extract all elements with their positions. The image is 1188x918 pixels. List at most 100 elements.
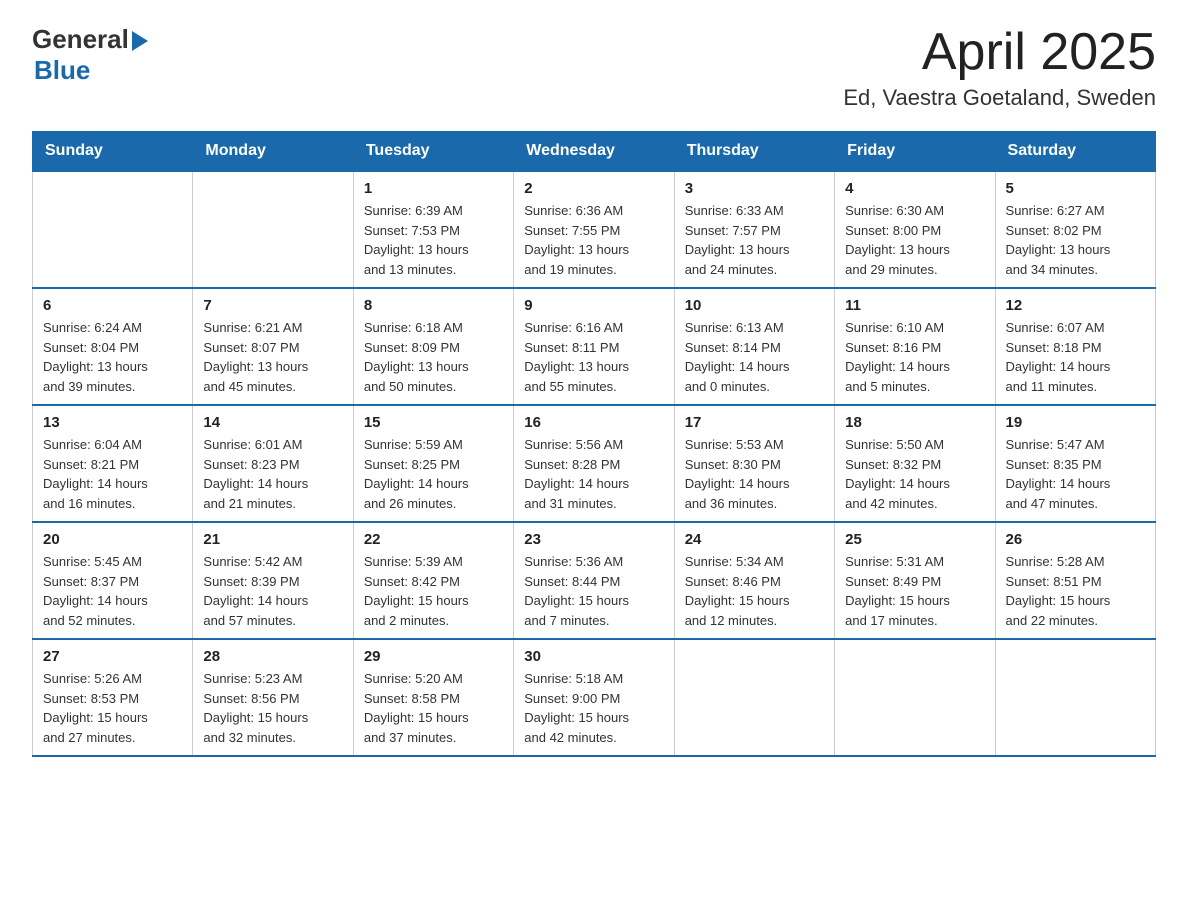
day-info: Sunrise: 6:10 AM Sunset: 8:16 PM Dayligh… — [845, 318, 984, 396]
weekday-header-sunday: Sunday — [33, 132, 193, 172]
day-info: Sunrise: 5:34 AM Sunset: 8:46 PM Dayligh… — [685, 552, 824, 630]
day-info: Sunrise: 5:18 AM Sunset: 9:00 PM Dayligh… — [524, 669, 663, 747]
day-number: 6 — [43, 297, 182, 314]
day-number: 4 — [845, 180, 984, 197]
logo-arrow-icon — [132, 31, 148, 51]
day-number: 21 — [203, 531, 342, 548]
day-number: 3 — [685, 180, 824, 197]
day-number: 7 — [203, 297, 342, 314]
calendar-cell — [995, 639, 1155, 756]
calendar-cell — [33, 171, 193, 288]
day-number: 14 — [203, 414, 342, 431]
day-info: Sunrise: 5:26 AM Sunset: 8:53 PM Dayligh… — [43, 669, 182, 747]
day-info: Sunrise: 6:07 AM Sunset: 8:18 PM Dayligh… — [1006, 318, 1145, 396]
calendar-cell — [835, 639, 995, 756]
calendar-cell: 3 Sunrise: 6:33 AM Sunset: 7:57 PM Daylig… — [674, 171, 834, 288]
calendar-cell: 13 Sunrise: 6:04 AM Sunset: 8:21 PM Dayli… — [33, 405, 193, 522]
weekday-header-monday: Monday — [193, 132, 353, 172]
calendar-cell: 17Sunrise: 5:53 AM Sunset: 8:30 PM Dayli… — [674, 405, 834, 522]
calendar-cell: 12Sunrise: 6:07 AM Sunset: 8:18 PM Dayli… — [995, 288, 1155, 405]
day-info: Sunrise: 6:16 AM Sunset: 8:11 PM Dayligh… — [524, 318, 663, 396]
day-number: 15 — [364, 414, 503, 431]
calendar-cell: 5 Sunrise: 6:27 AM Sunset: 8:02 PM Daylig… — [995, 171, 1155, 288]
calendar-cell: 28 Sunrise: 5:23 AM Sunset: 8:56 PM Dayli… — [193, 639, 353, 756]
day-info: Sunrise: 5:23 AM Sunset: 8:56 PM Dayligh… — [203, 669, 342, 747]
calendar-cell: 7 Sunrise: 6:21 AM Sunset: 8:07 PM Daylig… — [193, 288, 353, 405]
day-info: Sunrise: 6:27 AM Sunset: 8:02 PM Dayligh… — [1006, 201, 1145, 279]
calendar-cell: 23 Sunrise: 5:36 AM Sunset: 8:44 PM Dayli… — [514, 522, 674, 639]
day-info: Sunrise: 6:18 AM Sunset: 8:09 PM Dayligh… — [364, 318, 503, 396]
calendar-cell: 18 Sunrise: 5:50 AM Sunset: 8:32 PM Dayli… — [835, 405, 995, 522]
calendar-cell: 22Sunrise: 5:39 AM Sunset: 8:42 PM Dayli… — [353, 522, 513, 639]
calendar-cell: 26Sunrise: 5:28 AM Sunset: 8:51 PM Dayli… — [995, 522, 1155, 639]
calendar-cell: 24 Sunrise: 5:34 AM Sunset: 8:46 PM Dayli… — [674, 522, 834, 639]
day-number: 2 — [524, 180, 663, 197]
calendar-cell: 19Sunrise: 5:47 AM Sunset: 8:35 PM Dayli… — [995, 405, 1155, 522]
logo-general-text: General — [32, 24, 129, 55]
calendar-cell: 9Sunrise: 6:16 AM Sunset: 8:11 PM Daylig… — [514, 288, 674, 405]
calendar-cell: 25Sunrise: 5:31 AM Sunset: 8:49 PM Dayli… — [835, 522, 995, 639]
day-number: 1 — [364, 180, 503, 197]
calendar-cell: 20 Sunrise: 5:45 AM Sunset: 8:37 PM Dayli… — [33, 522, 193, 639]
calendar-cell: 10 Sunrise: 6:13 AM Sunset: 8:14 PM Dayli… — [674, 288, 834, 405]
weekday-header-saturday: Saturday — [995, 132, 1155, 172]
header-right: April 2025 Ed, Vaestra Goetaland, Sweden — [843, 24, 1156, 111]
calendar-week-row: 27 Sunrise: 5:26 AM Sunset: 8:53 PM Dayli… — [33, 639, 1156, 756]
day-number: 11 — [845, 297, 984, 314]
day-info: Sunrise: 5:31 AM Sunset: 8:49 PM Dayligh… — [845, 552, 984, 630]
day-info: Sunrise: 5:45 AM Sunset: 8:37 PM Dayligh… — [43, 552, 182, 630]
day-info: Sunrise: 6:33 AM Sunset: 7:57 PM Dayligh… — [685, 201, 824, 279]
calendar-cell: 21Sunrise: 5:42 AM Sunset: 8:39 PM Dayli… — [193, 522, 353, 639]
calendar-cell: 6 Sunrise: 6:24 AM Sunset: 8:04 PM Daylig… — [33, 288, 193, 405]
day-info: Sunrise: 6:13 AM Sunset: 8:14 PM Dayligh… — [685, 318, 824, 396]
day-info: Sunrise: 6:21 AM Sunset: 8:07 PM Dayligh… — [203, 318, 342, 396]
calendar-cell: 8 Sunrise: 6:18 AM Sunset: 8:09 PM Daylig… — [353, 288, 513, 405]
day-number: 19 — [1006, 414, 1145, 431]
day-info: Sunrise: 5:28 AM Sunset: 8:51 PM Dayligh… — [1006, 552, 1145, 630]
calendar-week-row: 6 Sunrise: 6:24 AM Sunset: 8:04 PM Daylig… — [33, 288, 1156, 405]
calendar-cell: 11 Sunrise: 6:10 AM Sunset: 8:16 PM Dayli… — [835, 288, 995, 405]
day-number: 13 — [43, 414, 182, 431]
weekday-header-thursday: Thursday — [674, 132, 834, 172]
calendar-cell — [193, 171, 353, 288]
logo-blue-text: Blue — [34, 55, 90, 86]
day-number: 10 — [685, 297, 824, 314]
day-number: 17 — [685, 414, 824, 431]
calendar-cell: 30 Sunrise: 5:18 AM Sunset: 9:00 PM Dayli… — [514, 639, 674, 756]
day-number: 16 — [524, 414, 663, 431]
calendar-cell: 1 Sunrise: 6:39 AM Sunset: 7:53 PM Daylig… — [353, 171, 513, 288]
day-number: 22 — [364, 531, 503, 548]
calendar-cell: 14Sunrise: 6:01 AM Sunset: 8:23 PM Dayli… — [193, 405, 353, 522]
day-number: 20 — [43, 531, 182, 548]
weekday-header-friday: Friday — [835, 132, 995, 172]
day-info: Sunrise: 6:04 AM Sunset: 8:21 PM Dayligh… — [43, 435, 182, 513]
day-info: Sunrise: 6:24 AM Sunset: 8:04 PM Dayligh… — [43, 318, 182, 396]
calendar-header-row: SundayMondayTuesdayWednesdayThursdayFrid… — [33, 132, 1156, 172]
day-number: 23 — [524, 531, 663, 548]
page-header: General Blue April 2025 Ed, Vaestra Goet… — [32, 24, 1156, 111]
day-number: 8 — [364, 297, 503, 314]
calendar-cell: 29 Sunrise: 5:20 AM Sunset: 8:58 PM Dayli… — [353, 639, 513, 756]
calendar-cell: 2 Sunrise: 6:36 AM Sunset: 7:55 PM Daylig… — [514, 171, 674, 288]
weekday-header-tuesday: Tuesday — [353, 132, 513, 172]
day-number: 5 — [1006, 180, 1145, 197]
day-number: 24 — [685, 531, 824, 548]
day-number: 28 — [203, 648, 342, 665]
day-info: Sunrise: 6:36 AM Sunset: 7:55 PM Dayligh… — [524, 201, 663, 279]
day-number: 18 — [845, 414, 984, 431]
day-number: 29 — [364, 648, 503, 665]
day-info: Sunrise: 6:39 AM Sunset: 7:53 PM Dayligh… — [364, 201, 503, 279]
calendar-subtitle: Ed, Vaestra Goetaland, Sweden — [843, 85, 1156, 111]
calendar-week-row: 20 Sunrise: 5:45 AM Sunset: 8:37 PM Dayli… — [33, 522, 1156, 639]
day-info: Sunrise: 5:50 AM Sunset: 8:32 PM Dayligh… — [845, 435, 984, 513]
calendar-cell — [674, 639, 834, 756]
calendar-cell: 16Sunrise: 5:56 AM Sunset: 8:28 PM Dayli… — [514, 405, 674, 522]
calendar-cell: 15Sunrise: 5:59 AM Sunset: 8:25 PM Dayli… — [353, 405, 513, 522]
weekday-header-wednesday: Wednesday — [514, 132, 674, 172]
day-number: 30 — [524, 648, 663, 665]
day-info: Sunrise: 5:20 AM Sunset: 8:58 PM Dayligh… — [364, 669, 503, 747]
day-info: Sunrise: 5:36 AM Sunset: 8:44 PM Dayligh… — [524, 552, 663, 630]
day-number: 27 — [43, 648, 182, 665]
calendar-week-row: 13 Sunrise: 6:04 AM Sunset: 8:21 PM Dayli… — [33, 405, 1156, 522]
logo: General Blue — [32, 24, 148, 86]
